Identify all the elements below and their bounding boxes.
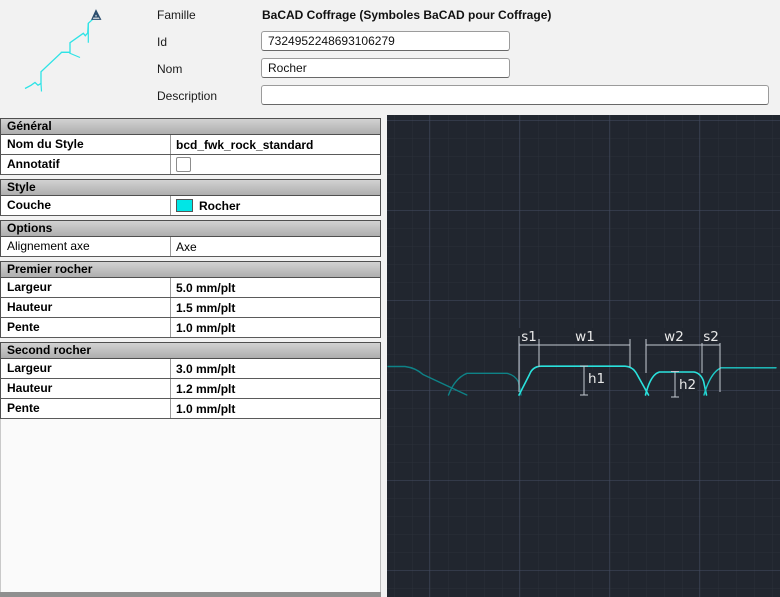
thumbnail-rock-polyline xyxy=(25,19,93,88)
row-value[interactable]: Axe xyxy=(171,237,380,256)
famille-value: BaCAD Coffrage (Symboles BaCAD pour Coff… xyxy=(262,8,551,22)
row-label: Nom du Style xyxy=(1,135,171,154)
row-pente-1: Pente 1.0 mm/plt xyxy=(0,318,381,338)
row-label: Pente xyxy=(1,318,171,337)
famille-label: Famille xyxy=(157,8,196,22)
row-largeur-2: Largeur 3.0 mm/plt xyxy=(0,359,381,379)
section-second-rocher: Second rocher Largeur 3.0 mm/plt Hauteur… xyxy=(0,342,381,419)
section-header: Second rocher xyxy=(0,342,381,359)
row-value[interactable]: 3.0 mm/plt xyxy=(171,359,380,378)
row-annotatif: Annotatif xyxy=(0,155,381,175)
row-nom-du-style: Nom du Style bcd_fwk_rock_standard xyxy=(0,135,381,155)
section-style: Style Couche Rocher xyxy=(0,179,381,216)
dim-label-w2: w2 xyxy=(664,329,684,345)
section-header: Style xyxy=(0,179,381,196)
thumbnail-north-arrow-icon xyxy=(92,11,101,20)
dim-label-h1: h1 xyxy=(588,371,605,387)
row-value[interactable]: 1.0 mm/plt xyxy=(171,318,380,337)
row-value[interactable]: 1.2 mm/plt xyxy=(171,379,380,398)
dim-label-h2: h2 xyxy=(679,377,696,393)
section-general: Général Nom du Style bcd_fwk_rock_standa… xyxy=(0,118,381,175)
description-input[interactable] xyxy=(261,85,769,105)
section-options: Options Alignement axe Axe xyxy=(0,220,381,257)
nom-input[interactable] xyxy=(261,58,510,78)
thumbnail-ticks xyxy=(41,23,88,91)
row-largeur-1: Largeur 5.0 mm/plt xyxy=(0,278,381,298)
dim-label-w1: w1 xyxy=(575,329,595,345)
row-pente-2: Pente 1.0 mm/plt xyxy=(0,399,381,419)
description-label: Description xyxy=(157,89,217,103)
row-value xyxy=(171,155,380,174)
section-header: Options xyxy=(0,220,381,237)
dim-label-s2: s2 xyxy=(703,329,719,345)
row-hauteur-2: Hauteur 1.2 mm/plt xyxy=(0,379,381,399)
row-label: Pente xyxy=(1,399,171,418)
row-hauteur-1: Hauteur 1.5 mm/plt xyxy=(0,298,381,318)
row-value[interactable]: 1.5 mm/plt xyxy=(171,298,380,317)
id-label: Id xyxy=(157,35,167,49)
row-label: Annotatif xyxy=(1,155,171,174)
grid-major xyxy=(387,115,780,597)
dim-label-s1: s1 xyxy=(521,329,537,345)
row-couche: Couche Rocher xyxy=(0,196,381,216)
style-editor-dialog: Famille BaCAD Coffrage (Symboles BaCAD p… xyxy=(0,0,780,597)
row-value[interactable]: 5.0 mm/plt xyxy=(171,278,380,297)
layer-color-swatch[interactable] xyxy=(176,199,193,212)
row-label: Hauteur xyxy=(1,379,171,398)
property-panel-empty-area xyxy=(0,419,381,592)
row-label: Couche xyxy=(1,196,171,215)
row-label: Largeur xyxy=(1,359,171,378)
style-thumbnail xyxy=(0,0,140,110)
row-value[interactable]: bcd_fwk_rock_standard xyxy=(171,135,380,154)
row-label: Hauteur xyxy=(1,298,171,317)
row-value[interactable]: Rocher xyxy=(171,196,380,215)
cad-preview-canvas: s1 w1 w2 s2 h1 h2 xyxy=(387,115,780,597)
panel-bottom-bar xyxy=(0,592,381,597)
section-header: Général xyxy=(0,118,381,135)
layer-name: Rocher xyxy=(199,197,240,215)
row-label: Alignement axe xyxy=(1,237,171,256)
section-header: Premier rocher xyxy=(0,261,381,278)
section-premier-rocher: Premier rocher Largeur 5.0 mm/plt Hauteu… xyxy=(0,261,381,338)
id-input[interactable] xyxy=(261,31,510,51)
row-label: Largeur xyxy=(1,278,171,297)
nom-label: Nom xyxy=(157,62,182,76)
row-value[interactable]: 1.0 mm/plt xyxy=(171,399,380,418)
annotatif-checkbox[interactable] xyxy=(176,157,191,172)
row-alignement-axe: Alignement axe Axe xyxy=(0,237,381,257)
